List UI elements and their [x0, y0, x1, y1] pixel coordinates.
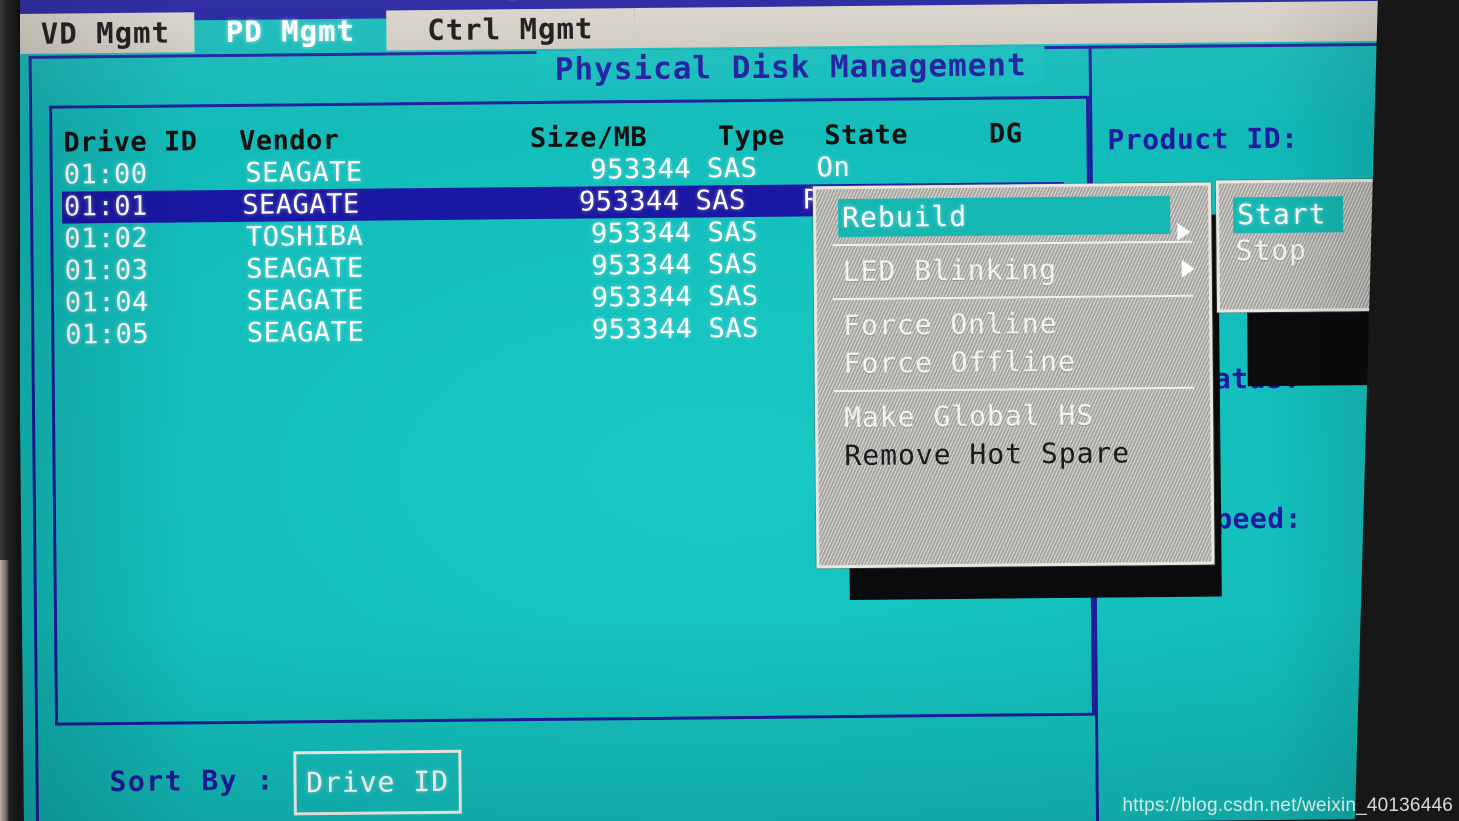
submenu-item-label: Stop — [1235, 233, 1308, 268]
context-menu: Rebuild LED Blinking Force Online Force … — [812, 182, 1215, 569]
cell-size: 953344 — [591, 281, 693, 314]
header-drive-id: Drive ID — [63, 126, 198, 159]
menu-separator — [832, 240, 1193, 247]
submenu-item-start[interactable]: Start — [1233, 196, 1344, 234]
watermark: https://blog.csdn.net/weixin_40136446 — [1122, 795, 1453, 816]
menu-separator — [833, 386, 1194, 393]
cell-vendor: SEAGATE — [242, 188, 360, 221]
menu-item-force-offline[interactable]: Force Offline — [817, 342, 1209, 384]
window-title: PERC 6/i Integrated BIOS Configuration U… — [294, 0, 1188, 2]
tab-strip-filler — [634, 0, 1459, 49]
header-dg: DG — [988, 118, 1023, 150]
menu-separator — [832, 294, 1193, 301]
menu-item-led-blinking[interactable]: LED Blinking — [817, 250, 1209, 292]
monitor-photo: PERC 6/i Integrated BIOS Configuration U… — [0, 0, 1459, 821]
cell-drive-id: 01:02 — [64, 222, 149, 255]
cell-vendor: SEAGATE — [245, 156, 363, 189]
cell-size: 953344 — [591, 313, 693, 346]
cell-drive-id: 01:00 — [63, 158, 148, 191]
monitor-bezel-left-outer — [0, 560, 9, 821]
menu-item-label: Rebuild — [842, 199, 968, 235]
menu-item-remove-hot-spare[interactable]: Remove Hot Spare — [818, 434, 1210, 476]
menu-item-label: Make Global HS — [843, 398, 1095, 435]
cell-type: SAS — [706, 152, 758, 185]
header-type: Type — [717, 120, 786, 153]
cell-size: 953344 — [590, 153, 692, 186]
cell-drive-id: 01:05 — [65, 318, 150, 351]
cell-dg — [960, 150, 1082, 183]
submenu-item-label: Start — [1237, 197, 1327, 232]
chevron-right-icon-led-blinking — [1181, 259, 1195, 278]
menu-item-label: Force Online — [843, 307, 1058, 343]
header-vendor: Vendor — [238, 124, 340, 157]
sort-by-label: Sort By : — [109, 763, 275, 799]
cell-vendor: SEAGATE — [246, 252, 364, 285]
cell-type: SAS — [707, 248, 759, 281]
cell-vendor: SEAGATE — [246, 284, 365, 317]
sort-by-value[interactable]: Drive ID — [293, 749, 462, 816]
cell-state: On — [816, 152, 851, 184]
menu-item-make-global-hs[interactable]: Make Global HS — [818, 396, 1210, 438]
product-id-label: Product ID: — [1107, 121, 1299, 157]
cell-type: SAS — [708, 312, 759, 345]
tab-pd-mgmt[interactable]: PD Mgmt — [194, 10, 386, 52]
menu-item-rebuild[interactable]: Rebuild — [838, 195, 1171, 238]
rebuild-submenu: Start Stop — [1215, 178, 1390, 313]
cell-vendor: SEAGATE — [246, 316, 365, 349]
cell-vendor: TOSHIBA — [245, 220, 364, 253]
submenu-item-stop[interactable]: Stop — [1219, 232, 1385, 270]
page-title: Physical Disk Management — [536, 46, 1045, 90]
header-size: Size/MB — [529, 121, 648, 155]
chevron-right-icon-rebuild — [1177, 222, 1191, 241]
menu-item-label: LED Blinking — [842, 253, 1058, 289]
cell-size: 953344 — [578, 185, 680, 218]
bios-screen: PERC 6/i Integrated BIOS Configuration U… — [16, 0, 1459, 821]
menu-item-force-online[interactable]: Force Online — [817, 304, 1209, 346]
cell-drive-id: 01:04 — [64, 286, 149, 319]
tab-vd-mgmt[interactable]: VD Mgmt — [16, 12, 195, 54]
header-state: State — [824, 119, 909, 152]
tab-ctrl-mgmt[interactable]: Ctrl Mgmt — [386, 8, 635, 51]
cell-size: 953344 — [590, 217, 692, 250]
cell-type: SAS — [695, 185, 747, 217]
menu-item-label: Force Offline — [843, 344, 1076, 381]
cell-drive-id: 01:03 — [64, 254, 149, 287]
cell-drive-id: 01:01 — [63, 190, 148, 223]
cell-size: 953344 — [591, 249, 693, 282]
cell-type: SAS — [708, 280, 759, 313]
menu-item-label: Remove Hot Spare — [844, 436, 1131, 473]
cell-type: SAS — [707, 216, 759, 249]
